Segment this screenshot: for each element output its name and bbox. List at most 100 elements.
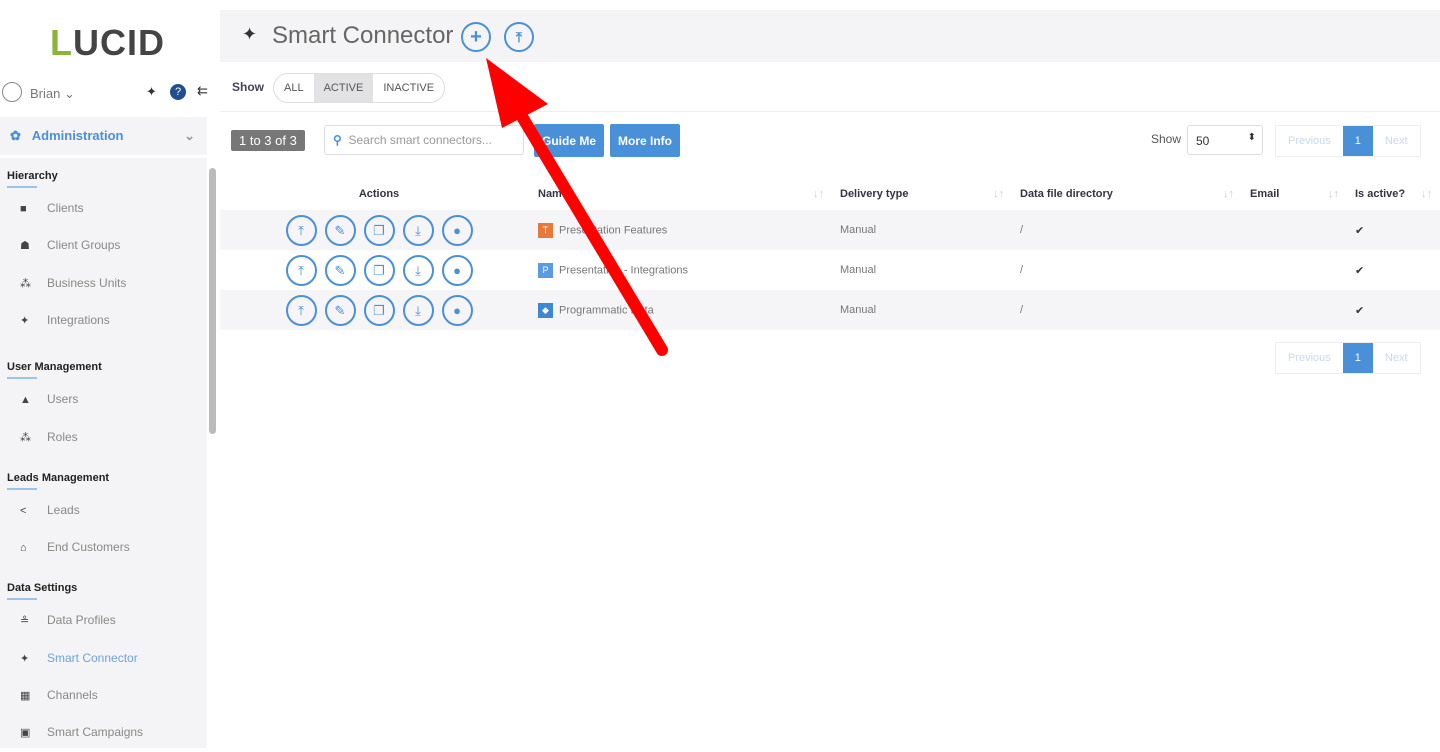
user-avatar-icon[interactable]	[2, 82, 22, 102]
previous-button[interactable]: Previous	[1276, 343, 1343, 373]
user-name: Brian	[30, 86, 61, 101]
user-menu[interactable]: Brian ⌄	[30, 86, 75, 102]
copy-button[interactable]: ❐	[363, 214, 395, 246]
sidebar-item-smart-campaigns[interactable]: ▣ Smart Campaigns	[20, 725, 143, 739]
select-arrows-icon: ⬍	[1247, 132, 1256, 143]
collapse-menu-icon[interactable]: ⇇	[197, 83, 208, 99]
sidebar-item-label: Users	[47, 392, 79, 407]
sidebar-item-integrations[interactable]: ✦ Integrations	[20, 313, 110, 327]
sidebar-item-channels[interactable]: ▦ Channels	[20, 688, 98, 702]
grid-icon: ▦	[20, 690, 31, 702]
sidebar-item-business-units[interactable]: ⁂ Business Units	[20, 276, 126, 290]
table-row: ⤒ ✎ ❐ ⤓ ● ◆ Programmatic Data Manual / ✔	[220, 290, 1440, 330]
upload-connector-button[interactable]: ⤒	[504, 22, 534, 52]
pagination-bottom: Previous 1 Next	[1275, 342, 1421, 374]
download-icon: ⤓	[415, 222, 421, 238]
next-button[interactable]: Next	[1373, 126, 1420, 156]
sidebar-item-label: Smart Campaigns	[47, 725, 144, 740]
copy-button[interactable]: ❐	[363, 254, 395, 286]
sidebar-item-label: Business Units	[47, 275, 127, 290]
filter-active[interactable]: ACTIVE	[313, 74, 374, 102]
actions-cell: ⤒ ✎ ❐ ⤓ ●	[220, 250, 530, 290]
check-icon: ✔	[1355, 304, 1365, 317]
sidebar-scrollbar[interactable]	[209, 168, 216, 434]
col-delivery[interactable]: Delivery type ↓↑	[832, 177, 1012, 210]
delivery-cell: Manual	[840, 304, 877, 316]
filter-all[interactable]: ALL	[274, 74, 314, 102]
copy-button[interactable]: ❐	[363, 294, 395, 326]
sidebar-item-label: End Customers	[47, 540, 130, 555]
page-title: Smart Connector	[272, 22, 454, 49]
page-size-select[interactable]: 50 ⬍	[1187, 125, 1263, 155]
content-panel: Show ALL ACTIVE INACTIVE 1 to 3 of 3 ⚲ S…	[220, 62, 1440, 752]
plug-icon[interactable]: ✦	[146, 84, 157, 100]
sidebar-item-end-customers[interactable]: ⌂ End Customers	[20, 540, 130, 554]
add-connector-button[interactable]: +	[461, 22, 491, 52]
sidebar-nav: Hierarchy ■ Clients ☗ Client Groups ⁂ Business…	[0, 158, 207, 748]
connector-name: Presentation - Integrations	[559, 263, 689, 276]
sidebar-section-title: Leads Management	[7, 472, 109, 490]
upload-icon: ⤒	[298, 262, 304, 278]
name-cell[interactable]: P Presentation - Integrations	[530, 250, 832, 290]
upload-button[interactable]: ⤒	[285, 214, 317, 246]
edit-button[interactable]: ✎	[324, 214, 356, 246]
name-cell[interactable]: T Presentation Features	[530, 210, 832, 250]
col-active[interactable]: Is active? ↓↑	[1347, 177, 1440, 210]
search-placeholder: Search smart connectors...	[348, 133, 492, 147]
help-icon[interactable]: ?	[170, 84, 186, 100]
edit-button[interactable]: ✎	[324, 294, 356, 326]
next-button[interactable]: Next	[1373, 343, 1420, 373]
user-icon: ▲	[20, 394, 31, 407]
status-filter: ALL ACTIVE INACTIVE	[273, 73, 446, 103]
connector-type-icon: T	[538, 222, 553, 238]
bomb-button[interactable]: ●	[441, 254, 473, 286]
end-customers-icon: ⌂	[20, 542, 27, 555]
name-cell[interactable]: ◆ Programmatic Data	[530, 290, 832, 330]
sidebar-item-data-profiles[interactable]: ≗ Data Profiles	[20, 613, 116, 627]
download-button[interactable]: ⤓	[402, 254, 434, 286]
col-email[interactable]: Email ↓↑	[1242, 177, 1347, 210]
edit-icon: ✎	[334, 222, 346, 238]
edit-button[interactable]: ✎	[324, 254, 356, 286]
briefcase-icon: ■	[20, 203, 27, 215]
sidebar-section-title: User Management	[7, 361, 102, 379]
delivery-cell: Manual	[840, 224, 877, 236]
more-info-button[interactable]: More Info	[610, 124, 680, 157]
search-input[interactable]: ⚲ Search smart connectors...	[324, 125, 524, 155]
copy-icon: ❐	[373, 262, 385, 278]
email-cell	[1242, 250, 1347, 290]
page-1-button[interactable]: 1	[1342, 343, 1373, 373]
sidebar-item-leads[interactable]: < Leads	[20, 503, 80, 517]
previous-button[interactable]: Previous	[1276, 126, 1343, 156]
bomb-icon: ●	[453, 222, 461, 238]
download-button[interactable]: ⤓	[402, 214, 434, 246]
sidebar-item-client-groups[interactable]: ☗ Client Groups	[20, 238, 120, 252]
guide-me-button[interactable]: Guide Me	[534, 124, 605, 157]
roles-icon: ⁂	[20, 431, 31, 444]
sidebar-item-label: Channels	[47, 688, 98, 702]
upload-button[interactable]: ⤒	[285, 294, 317, 326]
col-name[interactable]: Name ↓↑	[530, 177, 832, 210]
page-size-label: Show	[1151, 132, 1182, 146]
sidebar-item-smart-connector[interactable]: ✦ Smart Connector	[20, 651, 138, 665]
bomb-icon: ●	[453, 262, 461, 278]
upload-button[interactable]: ⤒	[285, 254, 317, 286]
email-cell	[1242, 290, 1347, 330]
upload-icon: ⤒	[298, 222, 304, 238]
bomb-button[interactable]: ●	[441, 294, 473, 326]
page-1-button[interactable]: 1	[1342, 126, 1373, 156]
user-bar: Brian ⌄ ✦ ? ⇇	[0, 78, 220, 112]
bomb-button[interactable]: ●	[441, 214, 473, 246]
col-directory[interactable]: Data file directory ↓↑	[1012, 177, 1242, 210]
sidebar-item-label: Client Groups	[47, 238, 121, 253]
sidebar-item-users[interactable]: ▲ Users	[20, 392, 78, 406]
administration-menu[interactable]: ✿ Administration ⌄	[0, 117, 207, 155]
filter-inactive[interactable]: INACTIVE	[373, 74, 444, 102]
sidebar-item-clients[interactable]: ■ Clients	[20, 201, 84, 215]
sidebar-item-label: Data Profiles	[47, 613, 116, 628]
edit-icon: ✎	[334, 302, 346, 318]
download-button[interactable]: ⤓	[402, 294, 434, 326]
search-icon: ⚲	[333, 133, 342, 147]
sidebar-item-roles[interactable]: ⁂ Roles	[20, 430, 78, 444]
directory-cell: /	[1020, 304, 1024, 316]
